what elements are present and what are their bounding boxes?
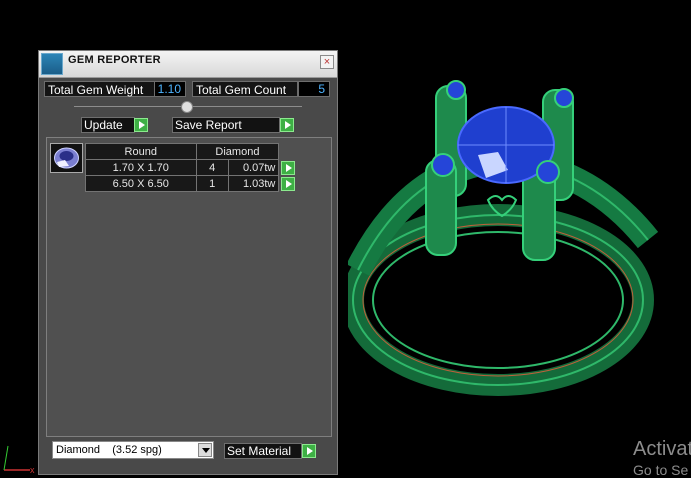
total-gem-count-label: Total Gem Count [192,81,298,97]
gem-count: 4 [195,159,229,176]
row-select-button[interactable] [281,160,296,175]
activation-watermark-subtitle: Go to Se [633,462,689,478]
gem-reporter-app-icon [41,53,63,75]
panel-title: GEM REPORTER [68,54,161,66]
activation-watermark-title: Activat [633,438,691,460]
gem-reporter-panel: GEM REPORTER × Total Gem Weight 1.10 Tot… [38,50,338,475]
update-label[interactable]: Update [81,117,135,133]
close-button[interactable]: × [320,55,334,69]
ring-3d-view[interactable] [348,60,658,405]
save-report-button[interactable] [280,118,294,132]
table-row[interactable]: 6.50 X 6.50 1 1.03tw [85,175,298,192]
total-gem-weight-value: 1.10 [154,81,186,97]
shape-header: Round [85,143,197,160]
gem-size: 6.50 X 6.50 [85,175,197,192]
gem-weight: 1.03tw [227,175,280,192]
svg-text:x: x [30,465,35,475]
total-gem-weight-label: Total Gem Weight [44,81,156,97]
round-gem-icon [54,147,79,169]
axis-gizmo-icon: x [3,445,35,475]
gem-table-header: Round Diamond [85,143,298,160]
set-material-button[interactable] [302,444,316,458]
total-gem-count-value: 5 [298,81,330,97]
chevron-down-icon[interactable] [198,443,212,457]
material-header: Diamond [195,143,280,160]
save-report-label[interactable]: Save Report [172,117,280,133]
set-material-label[interactable]: Set Material [224,443,302,459]
gem-count: 1 [195,175,229,192]
slider-handle[interactable] [181,101,193,113]
gem-table: Round Diamond 1.70 X 1.70 4 0.07tw 6.50 … [85,143,298,192]
gem-weight: 0.07tw [227,159,280,176]
gem-size: 1.70 X 1.70 [85,159,197,176]
update-button[interactable] [134,118,148,132]
material-selected-value: Diamond (3.52 spg) [56,444,162,456]
gem-thumbnail[interactable] [50,143,83,173]
ring-shank [348,146,658,396]
gem-list: Round Diamond 1.70 X 1.70 4 0.07tw 6.50 … [46,137,332,437]
row-select-button[interactable] [281,176,296,191]
title-bar[interactable]: GEM REPORTER × [39,51,337,78]
material-dropdown[interactable]: Diamond (3.52 spg) [52,441,214,459]
table-row[interactable]: 1.70 X 1.70 4 0.07tw [85,159,298,176]
